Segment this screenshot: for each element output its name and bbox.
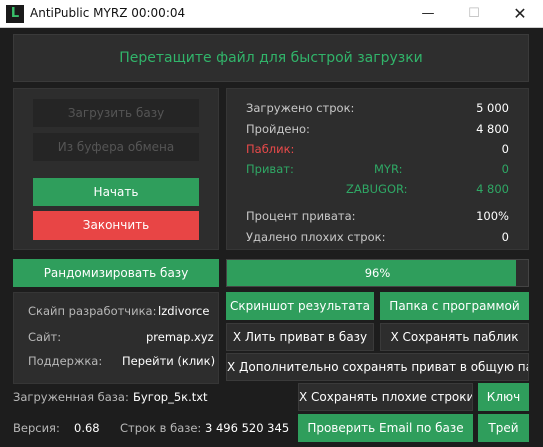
- save-bad-lines-toggle[interactable]: X Сохранять плохие строки: [298, 383, 473, 411]
- save-private-common-toggle[interactable]: X Дополнительно сохранять приват в общую…: [226, 353, 529, 381]
- save-public-toggle[interactable]: X Сохранять паблик: [380, 323, 529, 351]
- private-label: Приват:: [246, 162, 294, 176]
- zabugor-value: 4 800: [476, 182, 509, 196]
- tray-button[interactable]: Трей: [478, 414, 529, 442]
- bad-lines-removed-label: Удалено плохих строк:: [246, 230, 386, 244]
- close-button[interactable]: ✕: [497, 0, 543, 28]
- private-percent-value: 100%: [476, 209, 509, 223]
- public-label: Паблик:: [246, 142, 295, 156]
- bad-lines-removed-value: 0: [501, 230, 509, 244]
- pour-private-toggle[interactable]: X Лить приват в базу: [226, 323, 374, 351]
- dev-skype-value[interactable]: lzdivorce: [158, 304, 209, 318]
- dev-skype-label: Скайп разработчика:: [28, 304, 157, 318]
- private-percent-label: Процент привата:: [246, 209, 356, 223]
- file-drop-zone[interactable]: Перетащите файл для быстрой загрузки: [13, 34, 529, 82]
- load-database-button[interactable]: Загрузить базу: [33, 99, 199, 127]
- lines-in-db-value: 3 496 520 345: [205, 421, 290, 435]
- site-label: Сайт:: [28, 330, 62, 344]
- minimize-button[interactable]: —: [405, 0, 451, 28]
- window-title: AntiPublic MYRZ 00:00:04: [30, 6, 186, 20]
- support-link[interactable]: Перейти (клик): [122, 354, 215, 368]
- main-window: Перетащите файл для быстрой загрузки Заг…: [0, 28, 543, 447]
- from-clipboard-button[interactable]: Из буфера обмена: [33, 133, 199, 161]
- myr-value: 0: [501, 162, 509, 176]
- randomize-database-button[interactable]: Рандомизировать базу: [13, 259, 219, 287]
- check-email-button[interactable]: Проверить Email по базе: [298, 414, 473, 442]
- title-bar: L AntiPublic MYRZ 00:00:04 — ☐ ✕: [0, 0, 543, 28]
- passed-value: 4 800: [476, 122, 509, 136]
- version-value: 0.68: [74, 421, 100, 435]
- myr-label: MYR:: [374, 162, 403, 176]
- loaded-lines-value: 5 000: [476, 101, 509, 115]
- lines-in-db-label: Строк в базе:: [120, 421, 202, 435]
- version-label: Версия:: [13, 421, 60, 435]
- loaded-db-value: Бугор_5к.txt: [133, 390, 208, 404]
- progress-bar: 96%: [226, 259, 529, 287]
- start-button[interactable]: Начать: [33, 178, 199, 206]
- key-button[interactable]: Ключ: [478, 383, 529, 411]
- loaded-lines-label: Загружено строк:: [246, 101, 355, 115]
- public-value: 0: [501, 142, 509, 156]
- loaded-db-label: Загруженная база:: [13, 390, 129, 404]
- zabugor-label: ZABUGOR:: [346, 182, 408, 196]
- screenshot-result-button[interactable]: Скриншот результата: [226, 292, 374, 320]
- program-folder-button[interactable]: Папка с программой: [380, 292, 529, 320]
- app-logo-icon: L: [6, 5, 24, 23]
- passed-label: Пройдено:: [246, 122, 310, 136]
- stop-button[interactable]: Закончить: [33, 211, 199, 240]
- support-label: Поддержка:: [28, 354, 103, 368]
- site-link[interactable]: premap.xyz: [146, 330, 214, 344]
- maximize-button[interactable]: ☐: [451, 0, 497, 28]
- progress-text: 96%: [364, 266, 391, 280]
